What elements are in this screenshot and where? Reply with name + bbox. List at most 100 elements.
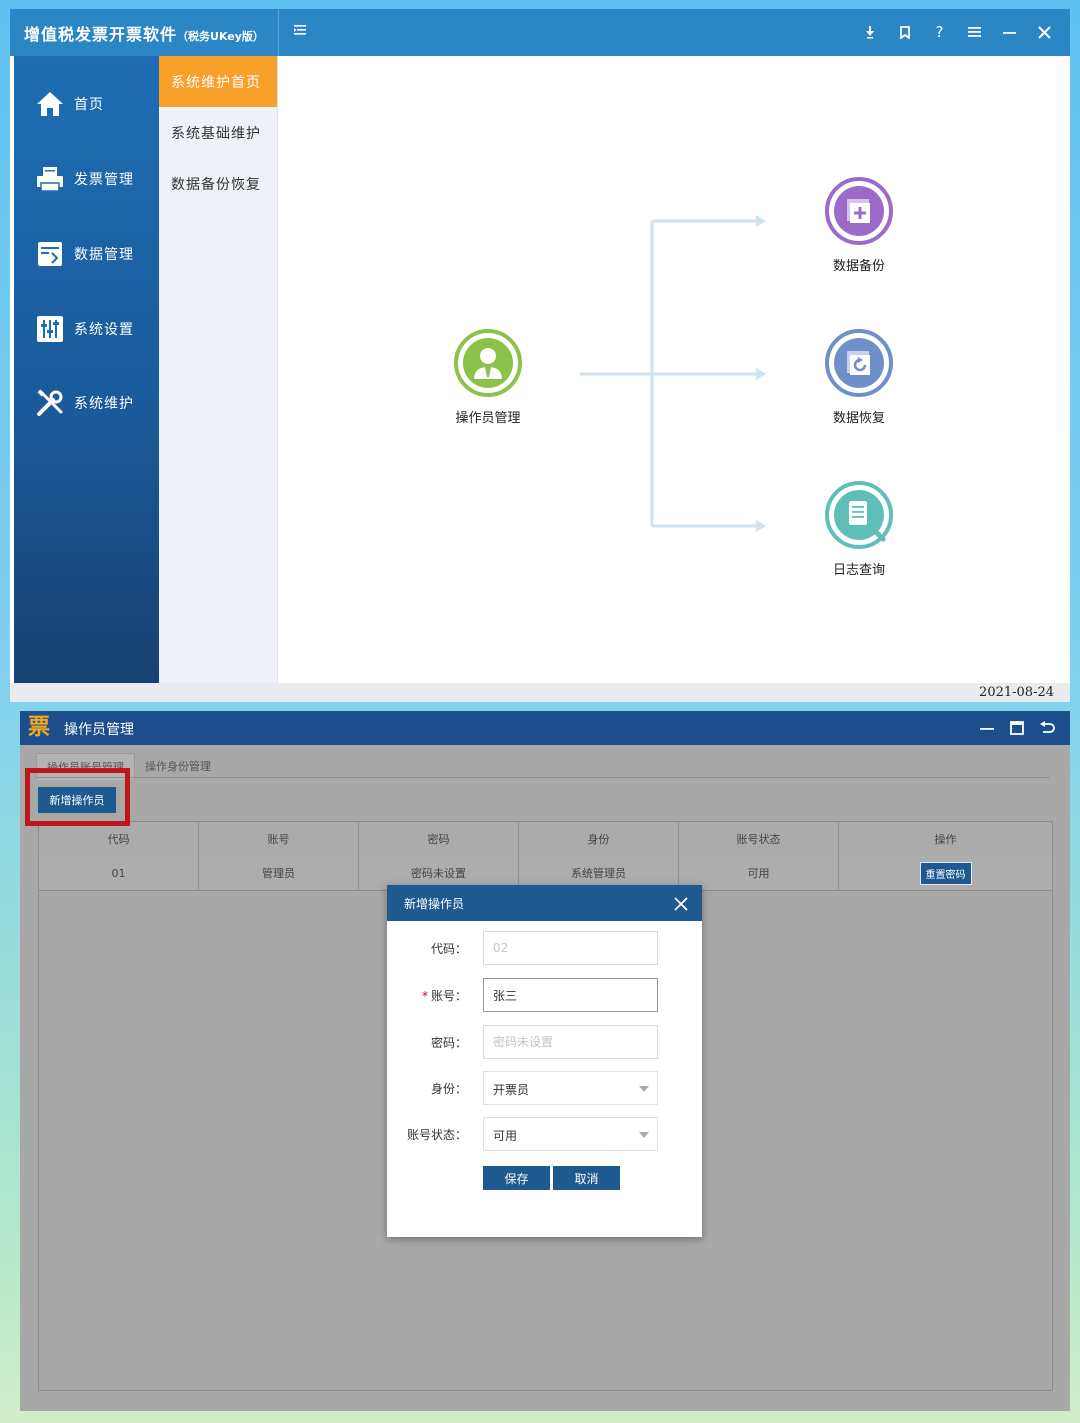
sidebar-item-label: 发票管理	[74, 172, 134, 188]
window-toolbar: ?	[852, 17, 1062, 47]
field-row-password: 密码：	[387, 1025, 702, 1059]
log-search-icon	[825, 481, 893, 549]
save-button[interactable]: 保存	[483, 1166, 550, 1190]
data-backup-label: 数据备份	[832, 259, 885, 274]
printer-icon	[34, 163, 66, 195]
operator-window-controls	[972, 714, 1062, 742]
download-icon[interactable]	[852, 17, 887, 47]
cell-account: 管理员	[199, 856, 359, 890]
sidebar-item-maintenance[interactable]: 系统维护	[14, 378, 159, 428]
sidebar-item-label: 系统设置	[74, 322, 134, 338]
field-row-status: 账号状态： 可用	[387, 1117, 702, 1151]
close-icon[interactable]	[670, 891, 692, 916]
sidebar-item-invoice[interactable]: 发票管理	[14, 154, 159, 204]
highlight-annotation	[25, 768, 130, 826]
account-label-text: 账号：	[430, 989, 467, 1003]
status-select-value: 可用	[493, 1129, 518, 1143]
role-select-value: 开票员	[493, 1083, 530, 1097]
app-title: 增值税发票开票软件（税务UKey版）	[24, 21, 264, 45]
cell-action: 重置密码	[839, 856, 1052, 890]
subnav-backup-restore[interactable]: 数据备份恢复	[159, 158, 277, 209]
sidebar-item-settings[interactable]: 系统设置	[14, 304, 159, 354]
maximize-icon[interactable]	[1002, 714, 1032, 742]
code-label: 代码：	[430, 942, 467, 956]
chevron-down-icon	[639, 1086, 649, 1092]
menu-icon[interactable]	[957, 17, 992, 47]
column-header-code: 代码	[39, 822, 199, 856]
role-select[interactable]: 开票员	[483, 1071, 658, 1105]
app-title-text: 增值税发票开票软件	[24, 25, 178, 44]
sidebar-item-label: 系统维护	[74, 396, 134, 412]
collapse-menu-icon[interactable]	[288, 22, 312, 41]
status-label: 账号状态：	[406, 1128, 467, 1142]
operator-management-window: 票 操作员管理 操作员账号管理 操作身份管理 代码 账号 密码 身份 账号状态 …	[20, 711, 1070, 1411]
invoice-logo: 票	[27, 715, 50, 740]
operator-management-node[interactable]: 操作员管理	[448, 327, 528, 426]
flow-connectors	[580, 215, 766, 532]
data-icon	[34, 238, 66, 270]
sidebar-item-home[interactable]: 首页	[14, 79, 159, 129]
close-icon[interactable]	[1027, 17, 1062, 47]
data-backup-node[interactable]: 数据备份	[819, 175, 899, 274]
main-window: 增值税发票开票软件（税务UKey版） ? 首页 发票管理 数据管理 系统设置 系…	[10, 9, 1070, 702]
role-label: 身份：	[430, 1082, 467, 1096]
app-subtitle: （税务UKey版）	[177, 30, 264, 43]
field-row-role: 身份： 开票员	[387, 1071, 702, 1105]
restore-icon	[825, 329, 893, 397]
status-date: 2021-08-24	[979, 685, 1054, 700]
account-input[interactable]	[483, 978, 658, 1012]
sidebar-item-data[interactable]: 数据管理	[14, 229, 159, 279]
field-row-account: * 账号：	[387, 978, 702, 1012]
operator-management-label: 操作员管理	[455, 411, 521, 426]
column-header-account: 账号	[199, 822, 359, 856]
minimize-icon[interactable]	[992, 17, 1027, 47]
log-query-node[interactable]: 日志查询	[819, 479, 899, 578]
subnav-basic-maintenance[interactable]: 系统基础维护	[159, 107, 277, 158]
sidebar: 首页 发票管理 数据管理 系统设置 系统维护	[14, 56, 159, 702]
password-input[interactable]	[483, 1025, 658, 1059]
sidebar-item-label: 首页	[74, 97, 104, 113]
tab-divider	[36, 777, 1050, 778]
tab-operator-roles[interactable]: 操作身份管理	[135, 753, 221, 779]
cell-code: 01	[39, 856, 199, 890]
status-select[interactable]: 可用	[483, 1117, 658, 1151]
required-mark: *	[421, 989, 428, 1003]
minimize-icon[interactable]	[972, 714, 1002, 742]
log-query-label: 日志查询	[832, 563, 885, 578]
status-bar: 2021-08-24	[10, 683, 1070, 702]
column-header-password: 密码	[359, 822, 519, 856]
subnav-maintenance-home[interactable]: 系统维护首页	[159, 56, 277, 107]
account-label: * 账号：	[422, 987, 467, 1004]
code-input[interactable]	[483, 931, 658, 965]
operator-icon	[454, 329, 522, 397]
bookmark-icon[interactable]	[887, 17, 922, 47]
column-header-action: 操作	[934, 833, 957, 846]
backup-icon	[825, 177, 893, 245]
add-operator-dialog: 新增操作员 代码： *账号： 密码： 身份： 开票员 账号状态：	[387, 885, 702, 1237]
column-header-status: 账号状态	[679, 822, 839, 856]
tools-icon	[34, 387, 66, 419]
title-bar: 增值税发票开票软件（税务UKey版） ?	[10, 9, 1070, 56]
help-icon[interactable]: ?	[922, 17, 957, 47]
field-row-code: 代码：	[387, 931, 702, 965]
column-header-role: 身份	[519, 822, 679, 856]
home-icon	[34, 88, 66, 120]
password-label: 密码：	[430, 1036, 467, 1050]
operator-window-title-bar: 票 操作员管理	[20, 711, 1070, 745]
data-restore-node[interactable]: 数据恢复	[819, 327, 899, 426]
cancel-button[interactable]: 取消	[553, 1166, 620, 1190]
back-icon[interactable]	[1032, 714, 1062, 742]
chevron-down-icon	[639, 1132, 649, 1138]
sliders-icon	[34, 313, 66, 345]
sub-navigation: 系统维护首页 系统基础维护 数据备份恢复	[159, 56, 278, 702]
dialog-header: 新增操作员	[387, 885, 702, 921]
dialog-title: 新增操作员	[404, 897, 465, 911]
table-header: 代码 账号 密码 身份 账号状态 操作	[39, 822, 1052, 857]
reset-password-button[interactable]: 重置密码	[919, 861, 972, 885]
sidebar-item-label: 数据管理	[74, 247, 134, 263]
data-restore-label: 数据恢复	[832, 411, 885, 426]
operator-window-title: 操作员管理	[64, 722, 134, 738]
title-divider	[278, 9, 279, 56]
cell-status: 可用	[679, 856, 839, 890]
maintenance-home-panel: 操作员管理 数据备份 数据恢复 日志查询	[278, 56, 1070, 702]
